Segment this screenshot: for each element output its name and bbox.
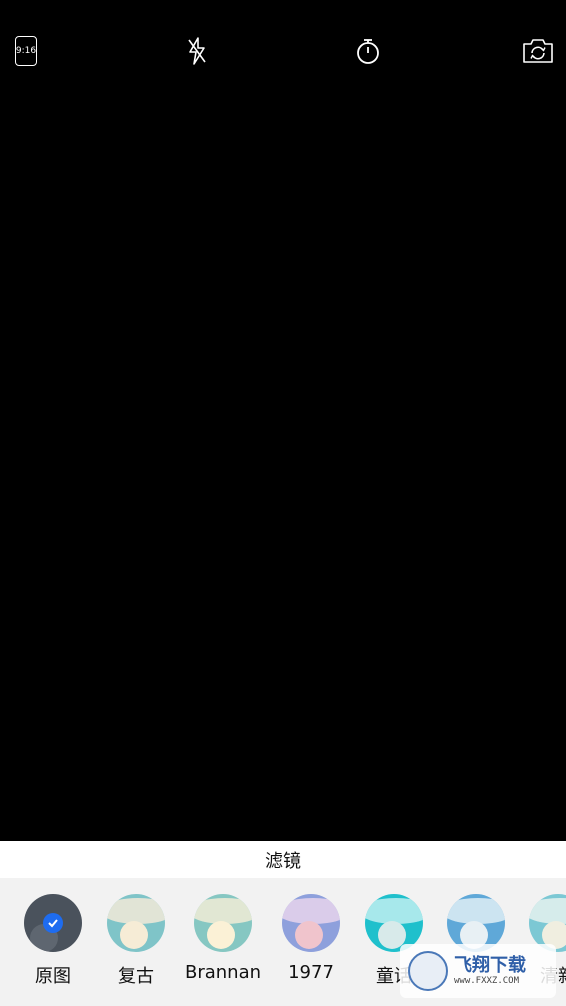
filter-thumbnail: [282, 894, 340, 952]
flash-off-icon: [188, 37, 206, 65]
filter-item-retro[interactable]: 复古: [94, 894, 178, 988]
switch-camera-icon: [523, 39, 553, 63]
switch-camera-button[interactable]: [521, 34, 555, 68]
watermark-logo-icon: [408, 951, 448, 991]
filter-label: 1977: [288, 962, 334, 983]
watermark-url: www.FXXZ.COM: [454, 975, 520, 986]
camera-top-bar: 9:16: [0, 0, 566, 100]
filter-thumbnail: [194, 894, 252, 952]
filter-item-original[interactable]: 原图: [11, 894, 95, 988]
filter-title-bar: 滤镜: [0, 841, 566, 878]
watermark-brand: 飞翔下载: [454, 955, 526, 977]
filter-thumbnail: [107, 894, 165, 952]
filter-label: 原图: [35, 966, 71, 987]
flash-button[interactable]: [180, 34, 214, 68]
filter-item-1977[interactable]: 1977: [269, 894, 353, 983]
aspect-ratio-button[interactable]: 9:16: [9, 34, 43, 68]
aspect-ratio-icon: 9:16: [15, 36, 37, 66]
filter-thumbnail: [24, 894, 82, 952]
filter-label: 复古: [118, 966, 154, 987]
timer-button[interactable]: [351, 34, 385, 68]
timer-icon: [357, 39, 379, 64]
filter-title: 滤镜: [265, 850, 301, 872]
check-icon: [43, 913, 63, 933]
filter-item-brannan[interactable]: Brannan: [181, 894, 265, 983]
filter-label: Brannan: [184, 962, 262, 983]
site-watermark: 飞翔下载 www.FXXZ.COM: [400, 944, 556, 998]
camera-viewfinder[interactable]: [0, 100, 566, 841]
